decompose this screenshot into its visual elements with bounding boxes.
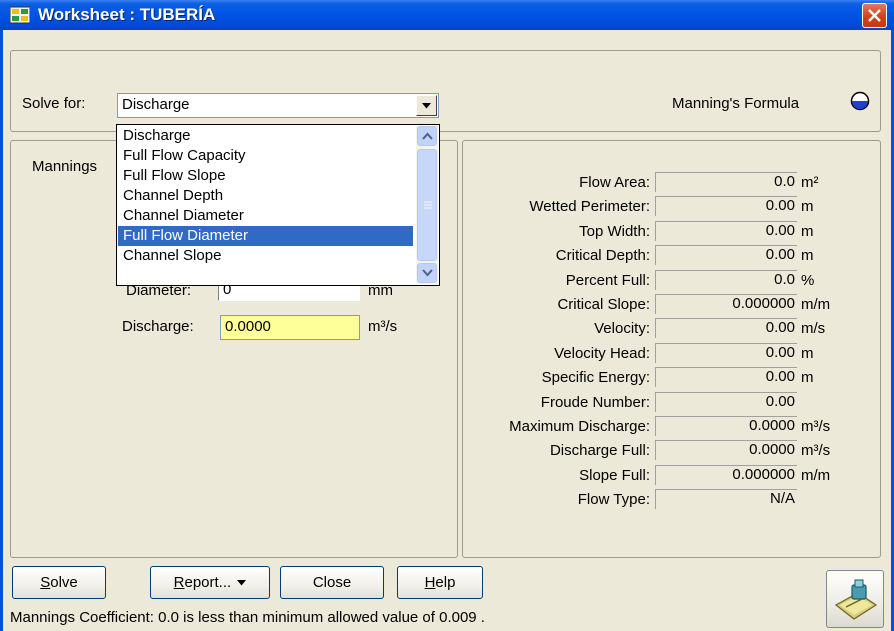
result-unit: m/s <box>801 320 826 337</box>
chevron-down-icon <box>422 269 433 277</box>
close-label: Close <box>312 574 352 591</box>
result-unit: m <box>801 247 814 264</box>
result-value: 0.0 <box>655 172 797 192</box>
dropdown-option[interactable]: Full Flow Capacity <box>118 146 413 166</box>
window-title: Worksheet : TUBERÍA <box>38 5 216 24</box>
grip-icon <box>424 201 432 209</box>
discharge-value: 0.0000 <box>225 318 271 335</box>
report-button[interactable]: Report... <box>150 566 270 599</box>
result-unit: m/m <box>801 467 831 484</box>
result-unit: m <box>801 198 814 215</box>
result-label: Maximum Discharge: <box>509 418 650 435</box>
result-unit: m³/s <box>801 442 831 459</box>
solve-for-combobox[interactable]: Discharge <box>117 93 439 118</box>
solve-label: olve <box>50 574 78 591</box>
dropdown-option[interactable]: Channel Depth <box>118 186 413 206</box>
result-value: 0.000000 <box>655 465 797 485</box>
result-value: 0.00 <box>655 221 797 241</box>
result-unit: % <box>801 272 815 289</box>
close-icon <box>868 9 881 22</box>
close-button[interactable]: Close <box>280 566 384 599</box>
status-message: Mannings Coefficient: 0.0 is less than m… <box>10 609 485 626</box>
title-bar[interactable]: Worksheet : TUBERÍA <box>0 0 894 30</box>
result-unit: m <box>801 345 814 362</box>
result-value: 0.00 <box>655 343 797 363</box>
result-label: Critical Slope: <box>557 296 650 313</box>
print-report-button[interactable] <box>826 570 884 628</box>
result-unit: m <box>801 369 814 386</box>
circular-pipe-icon <box>850 91 870 111</box>
result-value: 0.00 <box>655 196 797 216</box>
solve-for-value: Discharge <box>122 96 190 113</box>
window-close-button[interactable] <box>862 3 887 28</box>
result-value: 0.0000 <box>655 440 797 460</box>
report-label: eport... <box>184 574 232 591</box>
printer-icon <box>834 579 878 620</box>
dropdown-option[interactable]: Channel Slope <box>118 246 413 266</box>
discharge-input[interactable]: 0.0000 <box>220 315 360 340</box>
result-label: Flow Area: <box>579 174 650 191</box>
dropdown-option[interactable]: Full Flow Slope <box>118 166 413 186</box>
result-value: 0.00 <box>655 245 797 265</box>
result-unit: m <box>801 223 814 240</box>
result-label: Slope Full: <box>579 467 650 484</box>
result-unit: m³/s <box>801 418 831 435</box>
help-label: elp <box>435 574 456 591</box>
result-label: Critical Depth: <box>555 247 650 264</box>
result-label: Percent Full: <box>565 272 650 289</box>
dropdown-option[interactable]: Full Flow Diameter <box>118 226 413 246</box>
result-label: Flow Type: <box>577 491 650 508</box>
discharge-unit: m³/s <box>368 318 398 335</box>
result-value: N/A <box>655 489 797 509</box>
scroll-thumb[interactable] <box>417 149 437 261</box>
result-value: 0.00 <box>655 367 797 387</box>
result-label: Wetted Perimeter: <box>529 198 650 215</box>
result-label: Top Width: <box>579 223 650 240</box>
result-value: 0.000000 <box>655 294 797 314</box>
mannings-coefficient-label: Mannings <box>32 158 98 175</box>
result-label: Froude Number: <box>540 394 650 411</box>
result-value: 0.0 <box>655 270 797 290</box>
dropdown-scrollbar[interactable] <box>416 126 438 284</box>
result-label: Discharge Full: <box>549 442 650 459</box>
discharge-label: Discharge: <box>122 318 194 335</box>
result-unit: m/m <box>801 296 831 313</box>
dropdown-arrow-icon <box>237 580 247 586</box>
dropdown-option[interactable]: Channel Diameter <box>118 206 413 226</box>
solve-button[interactable]: Solve <box>12 566 106 599</box>
result-unit: m² <box>801 174 819 191</box>
result-label: Velocity Head: <box>554 345 650 362</box>
result-label: Specific Energy: <box>541 369 650 386</box>
chevron-down-icon <box>422 103 431 109</box>
worksheet-window: Worksheet : TUBERÍA Solve for: Discharge… <box>0 0 894 631</box>
result-value: 0.0000 <box>655 416 797 436</box>
report-mnemonic: R <box>173 574 185 591</box>
dropdown-option[interactable]: Discharge <box>118 126 413 146</box>
worksheet-app-icon <box>10 6 30 24</box>
scroll-down-button[interactable] <box>417 263 437 283</box>
scroll-up-button[interactable] <box>417 126 437 146</box>
solve-for-label: Solve for: <box>22 95 86 112</box>
solve-for-dropdown-list[interactable]: Discharge Full Flow Capacity Full Flow Slo… <box>116 124 440 286</box>
help-button[interactable]: Help <box>397 566 483 599</box>
combobox-dropdown-button[interactable] <box>416 95 437 116</box>
result-value: 0.00 <box>655 318 797 338</box>
solve-mnemonic: S <box>40 574 51 591</box>
solve-for-group <box>10 50 881 132</box>
result-label: Velocity: <box>594 320 650 337</box>
formula-label: Manning's Formula <box>672 95 800 112</box>
help-mnemonic: H <box>424 574 436 591</box>
chevron-up-icon <box>422 132 433 140</box>
result-value: 0.00 <box>655 392 797 412</box>
